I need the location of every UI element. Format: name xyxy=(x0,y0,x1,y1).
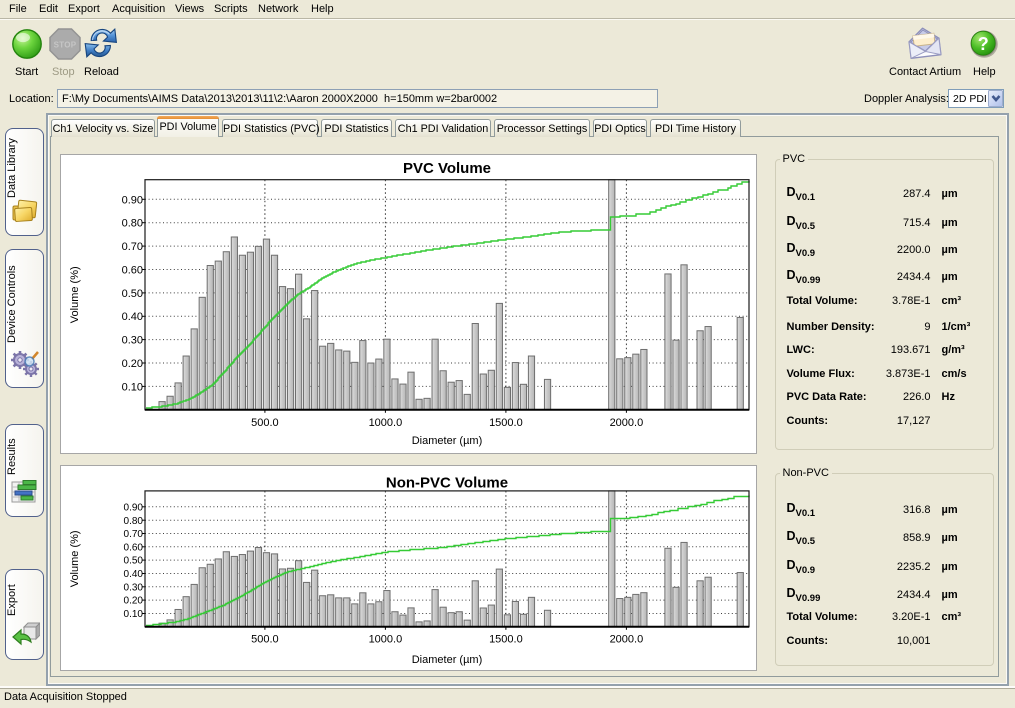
svg-text:1000.0: 1000.0 xyxy=(369,417,403,429)
svg-text:0.90: 0.90 xyxy=(122,194,143,206)
svg-text:1500.0: 1500.0 xyxy=(489,417,523,429)
svg-text:2000.0: 2000.0 xyxy=(610,633,644,645)
svg-text:0.70: 0.70 xyxy=(124,529,144,540)
svg-text:0.80: 0.80 xyxy=(122,218,143,230)
svg-text:0.30: 0.30 xyxy=(122,335,143,347)
svg-text:0.10: 0.10 xyxy=(122,381,143,393)
svg-text:0.50: 0.50 xyxy=(124,555,144,566)
svg-text:STOP: STOP xyxy=(54,41,77,50)
svg-text:Volume (%): Volume (%) xyxy=(69,530,81,587)
svg-text:Diameter (µm): Diameter (µm) xyxy=(412,435,483,447)
svg-text:2000.0: 2000.0 xyxy=(610,417,644,429)
svg-text:500.0: 500.0 xyxy=(251,633,279,645)
svg-text:0.10: 0.10 xyxy=(124,609,144,620)
svg-text:Non-PVC Volume: Non-PVC Volume xyxy=(386,474,508,491)
svg-text:1500.0: 1500.0 xyxy=(489,633,523,645)
svg-text:0.30: 0.30 xyxy=(124,582,144,593)
svg-text:0.80: 0.80 xyxy=(124,515,144,526)
svg-text:0.70: 0.70 xyxy=(122,241,143,253)
svg-text:0.60: 0.60 xyxy=(124,542,144,553)
svg-text:0.50: 0.50 xyxy=(122,288,143,300)
svg-text:0.60: 0.60 xyxy=(122,265,143,277)
svg-text:0.40: 0.40 xyxy=(124,569,144,580)
svg-text:?: ? xyxy=(978,34,989,54)
svg-text:0.40: 0.40 xyxy=(122,311,143,323)
svg-text:0.20: 0.20 xyxy=(124,595,144,606)
svg-text:0.20: 0.20 xyxy=(122,358,143,370)
svg-text:1000.0: 1000.0 xyxy=(369,633,403,645)
svg-text:500.0: 500.0 xyxy=(251,417,279,429)
svg-text:Volume (%): Volume (%) xyxy=(69,266,81,323)
svg-text:PVC Volume: PVC Volume xyxy=(403,160,491,177)
svg-text:0.90: 0.90 xyxy=(124,502,144,513)
svg-text:Diameter (µm): Diameter (µm) xyxy=(412,654,483,666)
